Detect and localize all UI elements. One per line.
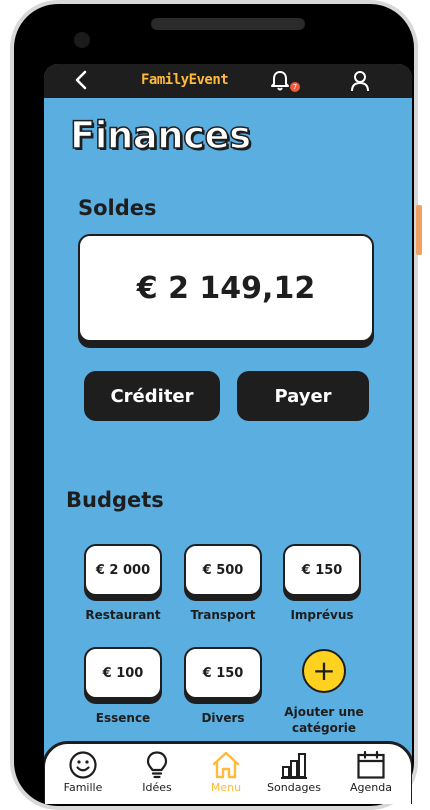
budget-label: Imprévus <box>290 608 354 622</box>
nav-label: Agenda <box>350 781 392 794</box>
budgets-heading: Budgets <box>66 488 164 512</box>
budget-card-imprevus[interactable]: € 150 Imprévus <box>283 544 361 622</box>
nav-item-sondages[interactable]: Sondages <box>258 750 330 794</box>
budget-label: Divers <box>201 711 245 725</box>
budget-amount: € 100 <box>84 647 162 699</box>
bell-icon[interactable] <box>270 70 290 92</box>
back-icon[interactable] <box>74 69 88 96</box>
budget-card-restaurant[interactable]: € 2 000 Restaurant <box>84 544 162 622</box>
page-title: Finances <box>69 113 252 158</box>
balance-card: € 2 149,12 <box>78 234 374 342</box>
budget-amount: € 500 <box>184 544 262 596</box>
smiley-icon <box>69 751 97 779</box>
balance-heading: Soldes <box>78 196 157 220</box>
add-category-label: Ajouter une catégorie <box>284 705 364 735</box>
nav-item-idees[interactable]: Idées <box>121 750 193 794</box>
budget-amount: € 150 <box>283 544 361 596</box>
nav-item-menu[interactable]: Menu <box>190 750 262 794</box>
nav-label: Famille <box>63 781 103 794</box>
budget-card-divers[interactable]: € 150 Divers <box>184 647 262 725</box>
user-icon[interactable] <box>350 70 370 92</box>
notification-badge: 7 <box>290 82 300 92</box>
add-category-button[interactable]: + <box>302 649 346 693</box>
app-screen: FamilyEvent 7 Finances Soldes € 2 149,12… <box>44 64 412 804</box>
plus-icon: + <box>312 654 336 687</box>
front-camera <box>74 32 90 48</box>
budget-card-essence[interactable]: € 100 Essence <box>84 647 162 725</box>
bar-chart-icon <box>281 753 307 779</box>
speaker-grille <box>151 18 305 30</box>
budget-card-transport[interactable]: € 500 Transport <box>184 544 262 622</box>
phone-frame: FamilyEvent 7 Finances Soldes € 2 149,12… <box>10 0 418 810</box>
lightbulb-icon <box>146 751 168 779</box>
nav-label: Sondages <box>267 781 321 794</box>
nav-label: Menu <box>210 781 242 794</box>
budget-label: Restaurant <box>85 608 161 622</box>
budget-amount: € 2 000 <box>84 544 162 596</box>
nav-item-famille[interactable]: Famille <box>47 750 119 794</box>
balance-amount: € 2 149,12 <box>136 270 316 306</box>
phone-side-button <box>416 205 422 255</box>
bottom-navigation: Famille Idées Menu Sondages Agenda <box>44 741 412 804</box>
app-brand: FamilyEvent <box>141 72 229 88</box>
budget-label: Transport <box>190 608 256 622</box>
top-bar: FamilyEvent 7 <box>44 64 412 98</box>
home-icon <box>212 751 240 779</box>
pay-button[interactable]: Payer <box>237 371 369 421</box>
nav-label: Idées <box>142 781 172 794</box>
calendar-icon <box>357 750 385 779</box>
nav-item-agenda[interactable]: Agenda <box>335 750 407 794</box>
budget-label: Essence <box>95 711 151 725</box>
credit-button[interactable]: Créditer <box>84 371 220 421</box>
budget-amount: € 150 <box>184 647 262 699</box>
